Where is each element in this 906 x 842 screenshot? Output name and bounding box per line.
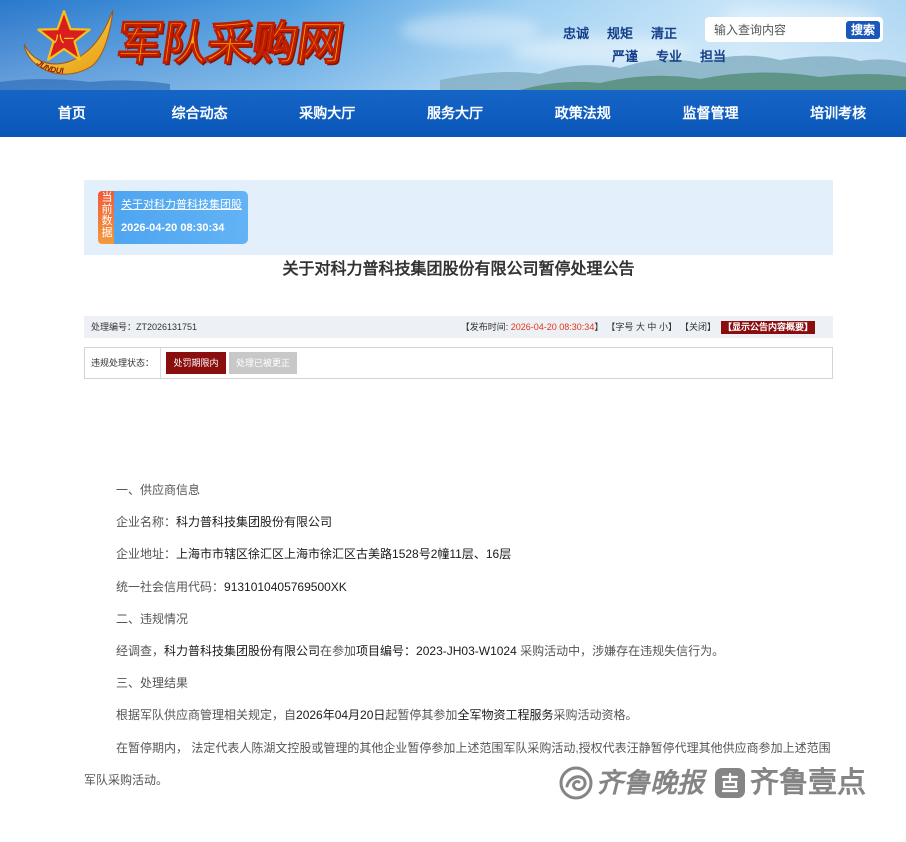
search-button[interactable]: 搜索 [846,21,880,39]
nav-item-home[interactable]: 首页 [8,90,136,137]
nav-item-news[interactable]: 综合动态 [136,90,264,137]
status-option-in-penalty-period: 处罚期限内 [166,352,226,374]
credit-code-row: 统一社会信用代码：9131010405769500XK [84,571,836,603]
text-segment: 项目编号：2023-JH03-W1024 [356,644,517,659]
nav-item-supervision[interactable]: 监督管理 [647,90,775,137]
credit-code: 9131010405769500XK [224,579,347,594]
font-size-suffix: 】 [667,322,677,332]
slogan-row-1: 忠诚 规矩 清正 [563,26,695,42]
font-size-prefix: 【字号 [606,322,634,332]
nav-item-service-hall[interactable]: 服务大厅 [391,90,519,137]
emblem-swoosh-text: JUNDUI [35,59,65,76]
violation-status-label: 违规处理状态： [85,348,161,378]
text-segment: 起暂停其参加 [385,708,458,723]
nav-item-procurement-hall[interactable]: 采购大厅 [263,90,391,137]
section-heading-supplier-info: 一、供应商信息 [116,483,201,497]
font-size-large-link[interactable]: 大 [636,322,645,332]
text-segment: 在参加 [320,644,357,659]
text-segment: 采购活动中，涉嫌存在违规失信行为。 [516,644,725,659]
qilu-evening-news-logo-icon [559,766,593,800]
font-size-group: 【字号 大 中 小】 [606,316,677,338]
text-segment: 经调查， [116,644,165,659]
current-data-badge: 当前数据 [98,191,114,244]
qilu-yidian-logo-icon [715,768,745,798]
search-box: 搜索 [705,17,883,42]
watermark-right-brand: 齐鲁壹点 [750,767,867,799]
publish-time-group: 【发布时间: 2026-04-20 08:30:34】 [461,316,604,338]
text-segment: 采购活动资格。 [553,708,638,723]
nav-item-training[interactable]: 培训考核 [774,90,902,137]
notice-body: 一、供应商信息 企业名称：科力普科技集团股份有限公司 企业地址：上海市市辖区徐汇… [84,474,836,796]
publish-time-suffix: 】 [594,322,604,332]
svg-text:JUNDUI: JUNDUI [35,59,65,76]
site-header: JUNDUI 八一 军队采购网 忠诚 规矩 清正 严谨 专业 担当 搜索 [0,0,906,90]
page-title: 关于对科力普科技集团股份有限公司暂停处理公告 [282,261,635,278]
violation-status-box: 违规处理状态： 处罚期限内 处理已被更正 [84,347,833,379]
current-data-card-body: 关于对科力普科技集团股 2026-04-20 08:30:34 [114,191,248,244]
company-name-row: 企业名称：科力普科技集团股份有限公司 [84,506,836,538]
slogan-row-2: 严谨 专业 担当 [612,49,744,65]
company-address-row: 企业地址：上海市市辖区徐汇区上海市徐汇区古美路1528号2幢11层、16层 [84,538,836,570]
slogan-item: 严谨 [612,49,639,64]
slogan-item: 规矩 [607,26,634,41]
emblem-mark: 八一 [53,33,74,45]
site-title: 军队采购网 [113,17,346,69]
current-data-card[interactable]: 当前数据 关于对科力普科技集团股 2026-04-20 08:30:34 [98,191,248,244]
army-emblem-icon: JUNDUI 八一 [23,9,114,76]
text-segment: 根据军队供应商管理相关规定，自 [116,708,297,723]
status-option-corrected: 处理已被更正 [229,352,297,374]
notice-meta-actions: 【发布时间: 2026-04-20 08:30:34】 【字号 大 中 小】 【… [461,316,815,338]
section-heading-violation: 二、违规情况 [116,611,189,626]
slogan-item: 忠诚 [563,26,590,41]
current-data-title[interactable]: 关于对科力普科技集团股 [121,199,242,212]
show-summary-button[interactable]: 【显示公告内容概要】 [720,320,815,334]
serial-number-label: 处理编号： [91,322,137,332]
result-paragraph: 根据军队供应商管理相关规定，自2026年04月20日起暂停其参加全军物资工程服务… [84,699,836,731]
watermark: 齐鲁晚报 齐鲁壹点 [558,762,874,804]
search-input[interactable] [705,17,843,42]
slogan-item: 担当 [700,49,727,64]
slogan-item: 清正 [651,26,678,41]
main-nav: 首页 综合动态 采购大厅 服务大厅 政策法规 监督管理 培训考核 [0,90,906,137]
current-data-panel: 当前数据 关于对科力普科技集团股 2026-04-20 08:30:34 [84,180,833,255]
company-name: 科力普科技集团股份有限公司 [176,515,333,530]
company-address-label: 企业地址： [116,547,177,562]
font-size-small-link[interactable]: 小 [659,322,668,332]
font-size-medium-link[interactable]: 中 [647,322,656,332]
text-segment: 科力普科技集团股份有限公司 [164,644,321,659]
serial-number-value: ZT2026131751 [136,322,198,332]
close-link[interactable]: 【关闭】 [680,316,716,338]
notice-info-bar: 处理编号：ZT2026131751 【发布时间: 2026-04-20 08:3… [84,316,833,338]
nav-list: 首页 综合动态 采购大厅 服务大厅 政策法规 监督管理 培训考核 [8,90,902,137]
site-logo[interactable]: JUNDUI 八一 军队采购网 [0,0,360,90]
credit-code-label: 统一社会信用代码： [116,579,225,594]
slogan-item: 专业 [656,49,683,64]
section-heading-result: 三、处理结果 [116,676,189,691]
publish-time-prefix: 【发布时间: [460,322,511,332]
current-data-time: 2026-04-20 08:30:34 [121,222,225,234]
nav-item-policy[interactable]: 政策法规 [519,90,647,137]
violation-paragraph: 经调查，科力普科技集团股份有限公司在参加项目编号：2023-JH03-W1024… [84,635,836,667]
text-segment: 2026年04月20日 [296,708,386,723]
serial-number: 处理编号：ZT2026131751 [91,316,197,338]
company-address: 上海市市辖区徐汇区上海市徐汇区古美路1528号2幢11层、16层 [176,547,512,562]
publish-time: 2026-04-20 08:30:34 [510,322,595,332]
company-name-label: 企业名称： [116,515,177,530]
watermark-left-brand: 齐鲁晚报 [596,768,704,798]
text-segment: 全军物资工程服务 [457,708,554,723]
